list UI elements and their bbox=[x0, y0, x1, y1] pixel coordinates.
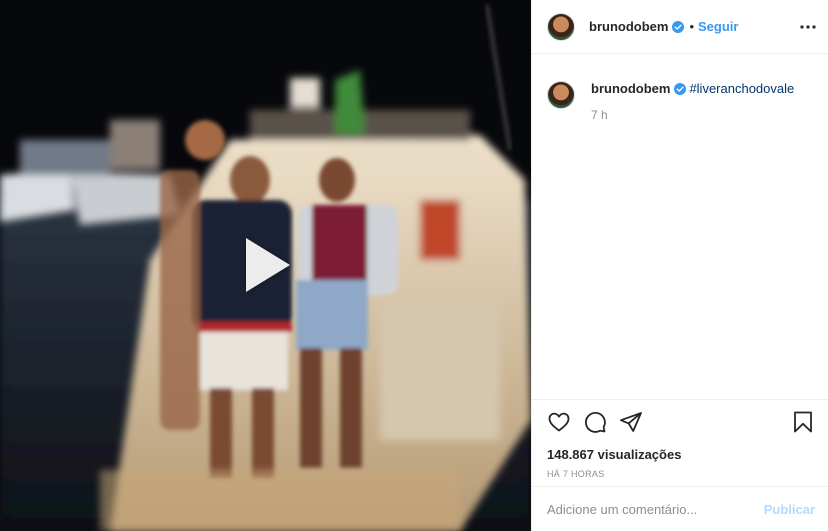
play-button[interactable] bbox=[232, 232, 298, 298]
view-count[interactable]: 148.867 visualizações bbox=[547, 447, 815, 462]
caption-hashtag[interactable]: #liveranchodovale bbox=[689, 80, 794, 98]
verified-badge-icon bbox=[672, 20, 685, 33]
header-separator: • bbox=[689, 19, 694, 34]
action-row bbox=[547, 410, 815, 434]
comment-input[interactable] bbox=[547, 501, 764, 517]
publish-button[interactable]: Publicar bbox=[764, 502, 815, 517]
caption-timestamp[interactable]: 7 h bbox=[591, 106, 794, 124]
caption: brunodobem #liveranchodovale 7 h bbox=[547, 80, 817, 124]
bookmark-icon[interactable] bbox=[791, 410, 815, 434]
heart-icon[interactable] bbox=[547, 410, 571, 434]
more-options-icon[interactable] bbox=[799, 18, 817, 36]
header-username[interactable]: brunodobem bbox=[589, 19, 668, 34]
caption-body: brunodobem #liveranchodovale 7 h bbox=[591, 80, 794, 124]
post-actions: 148.867 visualizações HÁ 7 HORAS bbox=[532, 399, 828, 479]
comment-icon[interactable] bbox=[583, 410, 607, 434]
post-header: brunodobem • Seguir bbox=[532, 0, 828, 54]
verified-badge-icon bbox=[674, 83, 687, 95]
post-timestamp[interactable]: HÁ 7 HORAS bbox=[547, 469, 815, 479]
caption-username[interactable]: brunodobem bbox=[591, 80, 670, 98]
post-sidebar: brunodobem • Seguir brunodobem #liveranc… bbox=[531, 0, 828, 531]
follow-button[interactable]: Seguir bbox=[698, 19, 738, 34]
video-player[interactable] bbox=[0, 0, 531, 531]
caption-avatar[interactable] bbox=[547, 81, 575, 109]
share-icon[interactable] bbox=[619, 410, 643, 434]
avatar[interactable] bbox=[547, 12, 575, 41]
play-icon bbox=[246, 238, 290, 292]
comment-bar: Publicar bbox=[532, 486, 828, 531]
